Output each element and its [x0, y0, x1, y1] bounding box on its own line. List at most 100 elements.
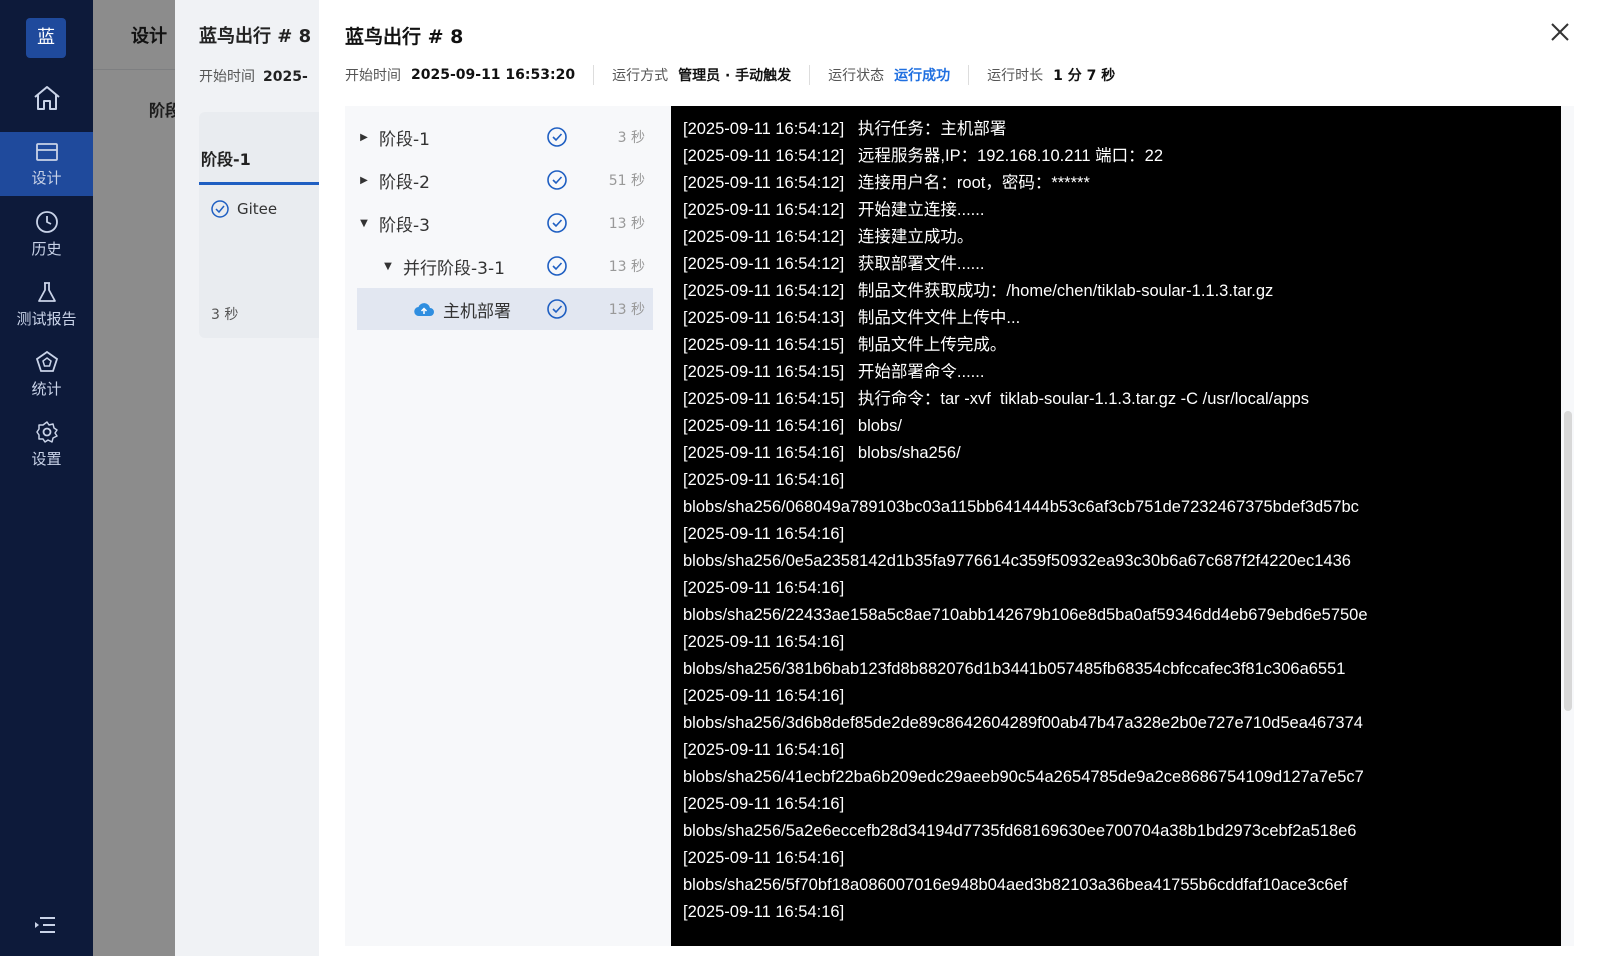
tree-item-label: 阶段-3 — [379, 215, 430, 236]
log-line: [2025-09-11 16:54:16] — [683, 741, 845, 759]
tree-item-time: 51 秒 — [608, 173, 645, 189]
log-scrollbar[interactable] — [1564, 411, 1572, 711]
nav-item-settings[interactable]: 设置 — [0, 412, 93, 476]
nav-label-settings: 设置 — [31, 449, 62, 468]
caret-down-icon[interactable]: ▼ — [381, 261, 395, 272]
check-circle-icon — [547, 213, 567, 233]
tree-item-host-deploy[interactable]: 主机部署 13 秒 — [357, 288, 653, 330]
log-line: [2025-09-11 16:54:13] 制品文件文件上传中... — [683, 309, 1021, 327]
run-duration-label: 运行时长 — [987, 68, 1044, 84]
home-button[interactable] — [0, 76, 93, 120]
design-icon — [35, 142, 58, 161]
nav-label-stats: 统计 — [31, 379, 62, 398]
stats-icon — [35, 350, 58, 372]
run-log-drawer: 蓝鸟出行 # 8 开始时间 2025-09-11 16:53:20 运行方式 管… — [319, 0, 1598, 956]
tree-item-time: 13 秒 — [608, 259, 645, 275]
log-line: [2025-09-11 16:54:16] — [683, 687, 845, 705]
nav-label-history: 历史 — [31, 239, 62, 258]
log-line: [2025-09-11 16:54:15] 制品文件上传完成。 — [683, 336, 1007, 354]
log-line: [2025-09-11 16:54:15] 执行命令：tar -xvf tikl… — [683, 390, 1310, 408]
tree-item-stage-3[interactable]: ▼ 阶段-3 13 秒 — [357, 202, 653, 244]
log-line: [2025-09-11 16:54:12] 连接用户名：root，密码：****… — [683, 174, 1090, 192]
stage-title[interactable]: 阶段-1 — [201, 146, 251, 170]
stage-duration: 3 秒 — [211, 307, 239, 323]
meta-divider — [809, 65, 811, 85]
run-mode-value: 管理员 · 手动触发 — [678, 68, 792, 84]
tree-item-parallel-stage[interactable]: ▼ 并行阶段-3-1 13 秒 — [357, 245, 653, 287]
nav-label-test-report: 测试报告 — [16, 309, 77, 328]
check-circle-icon — [547, 127, 567, 147]
log-line: blobs/sha256/0e5a2358142d1b35fa9776614c3… — [683, 552, 1351, 570]
app-logo[interactable]: 蓝 — [26, 18, 66, 58]
run-panel-start-time: 开始时间 2025- — [199, 66, 308, 86]
log-line: blobs/sha256/5a2e6eccefb28d34194d7735fd6… — [683, 822, 1357, 840]
nav-item-test-report[interactable]: 测试报告 — [0, 272, 93, 336]
log-line: [2025-09-11 16:54:16] — [683, 903, 845, 921]
log-line: [2025-09-11 16:54:16] — [683, 849, 845, 867]
log-line: [2025-09-11 16:54:15] 开始部署命令...... — [683, 363, 985, 381]
run-panel-start-value: 2025- — [263, 69, 308, 85]
drawer-body: ▶ 阶段-1 3 秒 ▶ 阶段-2 51 秒 ▼ 阶段-3 13 秒 ▼ 并行阶… — [345, 106, 1574, 946]
nav-item-design[interactable]: 设计 — [0, 132, 93, 196]
log-line: blobs/sha256/3d6b8def85de2de89c864260428… — [683, 714, 1363, 732]
tree-item-stage-2[interactable]: ▶ 阶段-2 51 秒 — [357, 159, 653, 201]
log-line: [2025-09-11 16:54:16] — [683, 633, 845, 651]
check-circle-icon — [211, 200, 229, 218]
log-line: [2025-09-11 16:54:12] 远程服务器,IP：192.168.1… — [683, 147, 1163, 165]
tree-item-label: 阶段-2 — [379, 172, 430, 193]
caret-right-icon[interactable]: ▶ — [357, 132, 371, 143]
nav-item-history[interactable]: 历史 — [0, 202, 93, 266]
tree-item-label: 阶段-1 — [379, 129, 430, 150]
tree-item-time: 3 秒 — [617, 130, 645, 146]
log-line: [2025-09-11 16:54:12] 制品文件获取成功：/home/che… — [683, 282, 1274, 300]
clock-icon — [35, 210, 58, 233]
check-circle-icon — [547, 299, 567, 319]
home-icon — [33, 86, 60, 110]
caret-down-icon[interactable]: ▼ — [357, 218, 371, 229]
run-status-value: 运行成功 — [894, 68, 951, 84]
start-time-label: 开始时间 — [345, 68, 401, 84]
gear-icon — [35, 420, 58, 443]
run-panel-title: 蓝鸟出行 # 8 — [199, 26, 312, 47]
log-line: [2025-09-11 16:54:16] blobs/ — [683, 417, 902, 435]
log-line: [2025-09-11 16:54:16] blobs/sha256/ — [683, 444, 961, 462]
log-line: [2025-09-11 16:54:12] 执行任务：主机部署 — [683, 120, 1007, 138]
meta-divider — [593, 65, 595, 85]
log-line: [2025-09-11 16:54:16] — [683, 579, 845, 597]
log-line: blobs/sha256/22433ae158a5c8ae710abb14267… — [683, 606, 1368, 624]
log-line: [2025-09-11 16:54:16] — [683, 525, 845, 543]
nav-label-design: 设计 — [31, 168, 62, 187]
side-nav: 蓝 设计 历史 测试报告 统计 设置 — [0, 0, 93, 956]
cloud-upload-icon — [414, 303, 434, 317]
run-status-label: 运行状态 — [828, 68, 885, 84]
check-circle-icon — [547, 256, 567, 276]
meta-divider — [968, 65, 970, 85]
drawer-title: 蓝鸟出行 # 8 — [345, 26, 464, 48]
menu-collapse-icon — [35, 917, 55, 933]
caret-right-icon[interactable]: ▶ — [357, 175, 371, 186]
log-line: [2025-09-11 16:54:16] — [683, 471, 845, 489]
log-line: blobs/sha256/381b6bab123fd8b882076d1b344… — [683, 660, 1346, 678]
close-icon[interactable] — [1548, 20, 1572, 44]
log-line: [2025-09-11 16:54:12] 开始建立连接...... — [683, 201, 985, 219]
flask-icon — [37, 281, 56, 302]
nav-item-stats[interactable]: 统计 — [0, 342, 93, 406]
collapse-nav-button[interactable] — [34, 916, 56, 938]
run-panel-start-label: 开始时间 — [199, 69, 255, 85]
log-line: [2025-09-11 16:54:12] 获取部署文件...... — [683, 255, 985, 273]
stage-tree: ▶ 阶段-1 3 秒 ▶ 阶段-2 51 秒 ▼ 阶段-3 13 秒 ▼ 并行阶… — [345, 106, 665, 946]
log-console[interactable]: [2025-09-11 16:54:12] 执行任务：主机部署 [2025-09… — [671, 106, 1561, 946]
log-line: blobs/sha256/41ecbf22ba6b209edc29aeeb90c… — [683, 768, 1364, 786]
log-line: [2025-09-11 16:54:16] — [683, 795, 845, 813]
log-line: blobs/sha256/5f70bf18a086007016e948b04ae… — [683, 876, 1348, 894]
stage-task-label: Gitee — [237, 200, 278, 218]
tree-item-label: 并行阶段-3-1 — [403, 258, 505, 279]
log-line: blobs/sha256/068049a789103bc03a115bb6414… — [683, 498, 1359, 516]
stage-task-gitee[interactable]: Gitee — [211, 200, 277, 218]
log-line: [2025-09-11 16:54:12] 连接建立成功。 — [683, 228, 974, 246]
check-circle-icon — [547, 170, 567, 190]
tree-item-stage-1[interactable]: ▶ 阶段-1 3 秒 — [357, 116, 653, 158]
start-time-value: 2025-09-11 16:53:20 — [411, 67, 576, 83]
run-mode-label: 运行方式 — [612, 68, 669, 84]
run-duration-value: 1 分 7 秒 — [1053, 68, 1116, 84]
